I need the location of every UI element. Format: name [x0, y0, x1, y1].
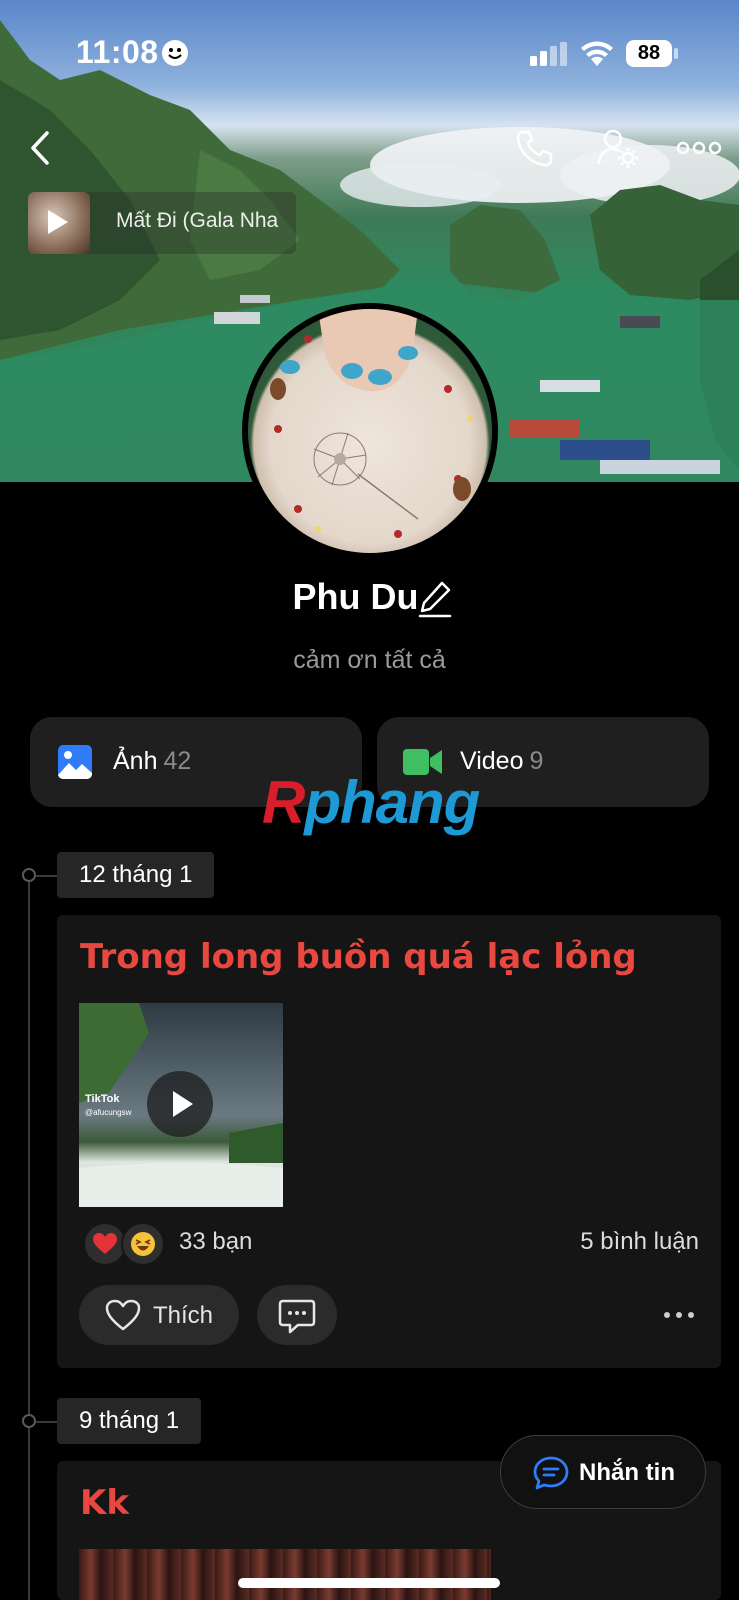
comment-count[interactable]: 5 bình luận: [580, 1228, 699, 1256]
photos-label-text: Ảnh: [113, 747, 158, 775]
avatar[interactable]: [242, 303, 498, 559]
more-options-button[interactable]: [674, 130, 724, 166]
user-settings-icon: [597, 129, 638, 168]
back-button[interactable]: [20, 126, 60, 170]
edit-name-icon[interactable]: [418, 580, 452, 618]
post-image[interactable]: [79, 1549, 491, 1600]
heart-outline-icon: [105, 1299, 141, 1331]
photos-count: 42: [163, 747, 192, 775]
post-more-icon[interactable]: [659, 1295, 699, 1335]
status-time: 11:08: [76, 34, 159, 70]
tiktok-handle: @afucungsw: [85, 1108, 132, 1117]
post-title: Kk: [80, 1483, 129, 1523]
video-play-icon[interactable]: [147, 1071, 213, 1137]
battery-tip: [674, 48, 678, 59]
profile-settings-button[interactable]: [594, 124, 642, 172]
music-title: Mất Đi (Gala Nha: [116, 209, 279, 232]
image-icon: [58, 745, 92, 779]
laugh-reaction-icon: [121, 1222, 165, 1266]
battery-indicator: 88: [626, 40, 672, 67]
message-button[interactable]: Nhắn tin: [500, 1435, 706, 1509]
like-button[interactable]: Thích: [79, 1285, 239, 1345]
timeline-dot: [22, 868, 36, 882]
focus-smiley-icon: [162, 40, 188, 66]
watermark-logo: Rphang: [262, 768, 480, 837]
call-button[interactable]: [512, 126, 556, 170]
comment-button[interactable]: [257, 1285, 337, 1345]
post-video-thumbnail[interactable]: TikTok @afucungsw: [79, 1003, 283, 1207]
chat-bubble-icon: [533, 1456, 569, 1490]
profile-name: Phu Du: [0, 576, 739, 618]
tiktok-watermark: TikTok @afucungsw: [85, 1093, 131, 1119]
avatar-image: [248, 309, 492, 553]
cellular-signal-icon: [530, 42, 567, 66]
wifi-icon: [581, 41, 613, 66]
date-chip: 12 tháng 1: [57, 852, 215, 898]
timeline-connector: [36, 875, 58, 877]
date-chip: 9 tháng 1: [57, 1398, 202, 1444]
like-label: Thích: [153, 1302, 214, 1329]
photos-label: Ảnh 42: [113, 747, 191, 776]
play-icon: [48, 210, 68, 234]
status-bar: 11:08 88: [0, 0, 739, 100]
reaction-summary[interactable]: [83, 1222, 169, 1266]
tiktok-brand: TikTok: [85, 1093, 120, 1105]
timeline-line: [28, 876, 30, 1436]
videos-count: 9: [529, 747, 544, 775]
post-title: Trong long buồn quá lạc lỏng: [80, 937, 637, 977]
profile-name-text: Phu Du: [292, 576, 419, 617]
comment-bubble-icon: [278, 1299, 316, 1334]
feed-post[interactable]: Trong long buồn quá lạc lỏng TikTok @afuc…: [57, 915, 721, 1368]
timeline-dot: [22, 1414, 36, 1428]
watermark-rest: phang: [304, 769, 480, 836]
watermark-first: R: [262, 769, 305, 836]
message-label: Nhắn tin: [579, 1459, 675, 1486]
phone-icon: [516, 130, 553, 167]
timeline-connector: [36, 1421, 58, 1423]
reaction-count[interactable]: 33 bạn: [179, 1228, 252, 1256]
timeline-line: [28, 1430, 30, 1600]
ellipsis-icon: [676, 141, 722, 155]
profile-music-chip[interactable]: Mất Đi (Gala Nha: [28, 192, 296, 254]
profile-bio: cảm ơn tất cả: [293, 646, 446, 674]
chevron-left-icon: [31, 131, 49, 165]
home-indicator[interactable]: [238, 1578, 500, 1588]
